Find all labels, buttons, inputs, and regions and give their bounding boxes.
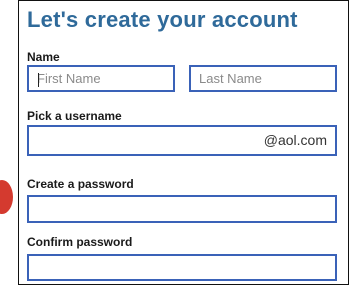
- confirm-password-label: Confirm password: [27, 235, 133, 249]
- last-name-input[interactable]: [191, 67, 335, 90]
- step-marker: [0, 180, 13, 214]
- username-domain-suffix: @aol.com: [263, 132, 327, 148]
- password-input[interactable]: [29, 197, 335, 221]
- first-name-field[interactable]: [27, 65, 175, 92]
- confirm-password-field[interactable]: [27, 254, 337, 281]
- signup-screen: Let's create your account Name Pick a us…: [0, 0, 356, 286]
- username-label: Pick a username: [27, 109, 122, 123]
- page-title: Let's create your account: [27, 7, 298, 32]
- first-name-input[interactable]: [29, 67, 173, 90]
- username-field[interactable]: @aol.com: [27, 125, 337, 156]
- last-name-field[interactable]: [189, 65, 337, 92]
- password-label: Create a password: [27, 177, 134, 191]
- confirm-password-input[interactable]: [29, 256, 335, 279]
- create-account-form: Let's create your account Name Pick a us…: [18, 0, 349, 285]
- name-label: Name: [27, 50, 60, 64]
- password-field[interactable]: [27, 195, 337, 223]
- text-caret: [38, 73, 39, 87]
